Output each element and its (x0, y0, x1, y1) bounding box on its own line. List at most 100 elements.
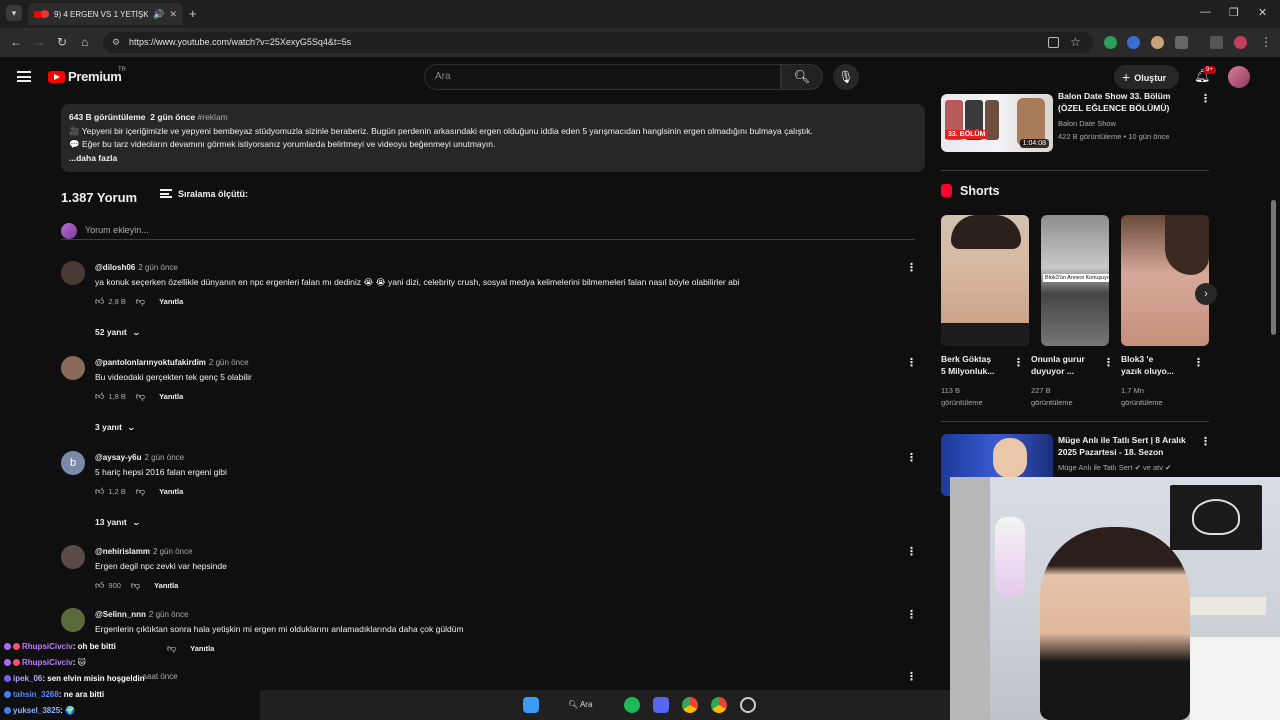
dislike-icon[interactable]: 👎︎ (136, 296, 145, 307)
comment-time[interactable]: 2 gün önce (149, 610, 189, 619)
video-title[interactable]: Müge Anlı ile Tatlı Sert | 8 Aralık 2025 … (1058, 434, 1186, 458)
browser-menu-icon[interactable]: ⋮ (1260, 35, 1272, 49)
dislike-icon[interactable]: 👎︎ (167, 643, 176, 654)
media-controls-icon[interactable] (1210, 36, 1223, 49)
comment-author[interactable]: @nehirislamm (95, 547, 150, 556)
comment-avatar[interactable] (61, 356, 85, 380)
more-icon[interactable]: ⋮ (906, 670, 917, 683)
voice-search-button[interactable]: 🎙︎ (833, 64, 859, 90)
comment-avatar[interactable] (61, 608, 85, 632)
like-icon[interactable]: 👍︎ (95, 391, 104, 402)
video-title[interactable]: Balon Date Show 33. Bölüm (ÖZEL EĞLENCE B… (1058, 90, 1170, 114)
address-bar[interactable]: ⚙ https://www.youtube.com/watch?v=25Xexy… (103, 32, 1093, 53)
comment-time[interactable]: 2 gün önce (153, 547, 193, 556)
bookmark-star-icon[interactable]: ☆ (1070, 35, 1081, 49)
video-channel[interactable]: Balon Date Show (1058, 118, 1116, 130)
comment-avatar[interactable]: b (61, 451, 85, 475)
extension-shield-icon[interactable] (1104, 36, 1117, 49)
extensions-puzzle-icon[interactable] (1175, 36, 1188, 49)
replies-toggle[interactable]: 52 yanıt ⌄ (95, 327, 141, 337)
video-channel[interactable]: Müge Anlı ile Tatlı Sert ✔ ve atv ✔ (1058, 462, 1171, 474)
search-button[interactable]: 🔍︎ (781, 64, 823, 90)
minimize-button[interactable]: — (1200, 6, 1211, 18)
forward-icon[interactable]: → (33, 35, 45, 49)
chrome-icon[interactable] (711, 697, 727, 713)
back-icon[interactable]: ← (10, 35, 22, 49)
browser-tab-active[interactable]: 9) 4 ERGEN VS 1 YETİŞKİN 🔊 ✕ (28, 3, 183, 25)
short-title[interactable]: Berk Göktaş 5 Milyonluk... (941, 353, 1011, 377)
dislike-icon[interactable]: 👎︎ (136, 486, 145, 497)
short-thumbnail[interactable] (941, 215, 1029, 346)
sort-button[interactable]: Sıralama ölçütü: (160, 189, 248, 199)
more-icon[interactable]: ⋮ (1200, 435, 1211, 448)
tab-close-icon[interactable]: ✕ (169, 9, 177, 20)
page-scrollbar[interactable] (1271, 200, 1276, 335)
more-icon[interactable]: ⋮ (906, 451, 917, 464)
comment-time[interactable]: 2 gün önce (145, 453, 185, 462)
app-icon[interactable] (740, 697, 756, 713)
shorts-next-button[interactable]: › (1195, 283, 1217, 305)
profile-avatar-icon[interactable] (1234, 36, 1247, 49)
windows-start-icon[interactable] (523, 697, 539, 713)
discord-icon[interactable] (653, 697, 669, 713)
short-title[interactable]: Blok3 'e yazık oluyo... (1121, 353, 1191, 377)
menu-icon[interactable] (17, 71, 31, 82)
close-window-button[interactable]: ✕ (1258, 6, 1267, 19)
taskbar-search[interactable]: 🔍︎ Ara (560, 696, 610, 714)
cast-icon[interactable] (1048, 37, 1059, 48)
account-avatar[interactable] (1228, 66, 1250, 88)
more-icon[interactable]: ⋮ (1193, 356, 1204, 369)
show-more-link[interactable]: ...daha fazla (69, 152, 917, 166)
more-icon[interactable]: ⋮ (1200, 92, 1211, 105)
video-thumbnail[interactable]: 33. BÖLÜM 1:04:08 (941, 94, 1053, 152)
like-icon[interactable]: 👍︎ (95, 580, 104, 591)
site-info-icon[interactable]: ⚙ (112, 32, 120, 53)
dislike-icon[interactable]: 👎︎ (131, 580, 140, 591)
youtube-logo-text[interactable]: Premium (68, 69, 122, 84)
comment-avatar[interactable] (61, 261, 85, 285)
more-icon[interactable]: ⋮ (906, 608, 917, 621)
more-icon[interactable]: ⋮ (906, 261, 917, 274)
comment-avatar[interactable] (61, 545, 85, 569)
reply-button[interactable]: Yanıtla (159, 392, 183, 401)
dislike-icon[interactable]: 👎︎ (136, 391, 145, 402)
extension-cookie-icon[interactable] (1151, 36, 1164, 49)
youtube-logo-icon[interactable] (48, 71, 65, 83)
replies-toggle[interactable]: 13 yanıt ⌄ (95, 517, 141, 527)
comment-author[interactable]: @aysay-y6u (95, 453, 142, 462)
search-input[interactable]: Ara (424, 64, 781, 90)
reload-icon[interactable]: ↻ (57, 35, 67, 49)
more-icon[interactable]: ⋮ (1013, 356, 1024, 369)
like-icon[interactable]: 👍︎ (95, 486, 104, 497)
hashtag-link[interactable]: #reklam (198, 112, 228, 122)
comment-author[interactable]: @Selinn_nnn (95, 610, 146, 619)
spotify-icon[interactable] (624, 697, 640, 713)
home-icon[interactable]: ⌂ (81, 35, 88, 49)
reply-button[interactable]: Yanıtla (190, 644, 214, 653)
reply-button[interactable]: Yanıtla (159, 297, 183, 306)
comment-time[interactable]: 2 gün önce (138, 263, 178, 272)
create-button[interactable]: + Oluştur (1114, 65, 1179, 89)
maximize-button[interactable]: ❐ (1229, 6, 1239, 19)
extension-translate-icon[interactable] (1127, 36, 1140, 49)
video-description[interactable]: 643 B görüntüleme 2 gün önce #reklam 🎥 Y… (61, 104, 925, 172)
reply-button[interactable]: Yanıtla (159, 487, 183, 496)
more-icon[interactable]: ⋮ (906, 356, 917, 369)
comment-time[interactable]: 2 gün önce (209, 358, 249, 367)
short-thumbnail[interactable] (1121, 215, 1209, 346)
new-tab-button[interactable]: + (189, 6, 197, 21)
audio-playing-icon[interactable]: 🔊 (153, 9, 164, 20)
short-title[interactable]: Onunla gurur duyuyor ... (1031, 353, 1101, 377)
like-icon[interactable]: 👍︎ (95, 296, 104, 307)
add-comment-field[interactable]: Yorum ekleyin... (61, 222, 915, 240)
comment-author[interactable]: @pantolonlarınyoktufakirdim (95, 358, 206, 367)
comment-author[interactable]: @dilosh06 (95, 263, 135, 272)
more-icon[interactable]: ⋮ (906, 545, 917, 558)
short-thumbnail[interactable]: Blok3'ün Annesi Konuşuyor (1041, 215, 1109, 346)
reply-button[interactable]: Yanıtla (154, 581, 178, 590)
tab-search-dropdown[interactable]: ▾ (6, 5, 22, 21)
replies-toggle[interactable]: 3 yanıt ⌄ (95, 422, 136, 432)
comment-author-line: @Selinn_nnn 2 gün önce (95, 610, 189, 619)
more-icon[interactable]: ⋮ (1103, 356, 1114, 369)
chrome-icon[interactable] (682, 697, 698, 713)
